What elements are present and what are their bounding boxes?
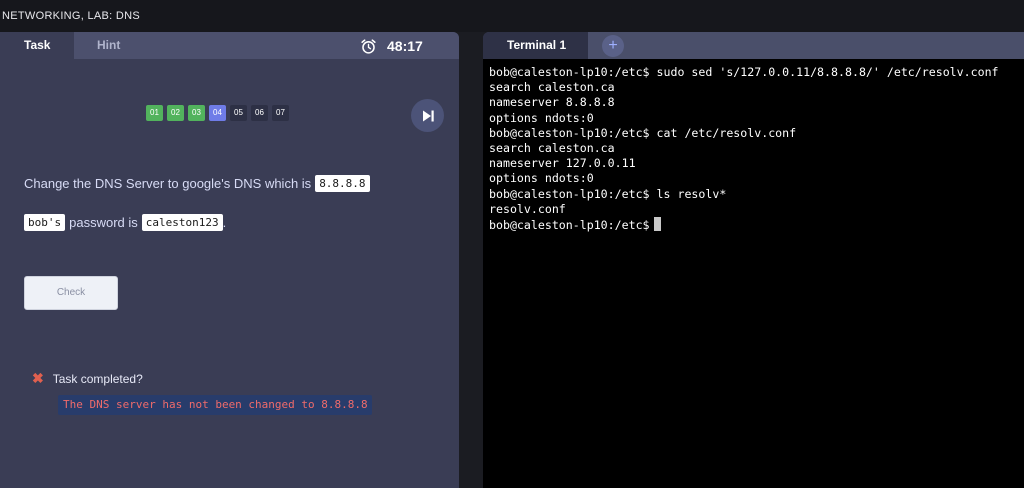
alarm-clock-icon	[361, 38, 376, 54]
user-code: bob's	[24, 214, 66, 231]
skip-forward-icon	[422, 110, 434, 121]
terminal-tabs: Terminal 1 +	[483, 32, 1024, 59]
terminal-line: options ndots:0	[489, 110, 594, 125]
task-status: ✖ Task completed?	[32, 370, 143, 387]
close-x-icon: ✖	[32, 370, 44, 386]
window-title: NETWORKING, LAB: DNS	[0, 0, 1024, 32]
terminal-line: bob@caleston-lp10:/etc$ sudo sed 's/127.…	[489, 65, 999, 79]
panel-tabs: Task Hint 48:17	[0, 32, 459, 59]
step-04[interactable]: 04	[209, 105, 226, 121]
step-05: 05	[230, 105, 247, 121]
timer: 48:17	[360, 37, 423, 55]
terminal-line: nameserver 8.8.8.8	[489, 95, 615, 110]
tab-task[interactable]: Task	[0, 32, 74, 59]
task-text: Change the DNS Server to google's DNS wh…	[24, 176, 312, 191]
terminal-line: resolv.conf	[489, 201, 566, 216]
terminal-line: nameserver 127.0.0.11	[489, 156, 636, 171]
step-03[interactable]: 03	[188, 105, 205, 121]
terminal-prompt: bob@caleston-lp10:/etc$	[489, 218, 650, 233]
terminal-cursor	[653, 217, 661, 232]
terminal-line: search caleston.ca	[489, 80, 615, 95]
password-hint: bob's password is caleston123 .	[24, 214, 226, 231]
tab-hint[interactable]: Hint	[97, 38, 120, 52]
terminal-line: search caleston.ca	[489, 141, 615, 156]
terminal-line: bob@caleston-lp10:/etc$ cat /etc/resolv.…	[489, 125, 797, 140]
timer-value: 48:17	[387, 38, 423, 54]
error-message: The DNS server has not been changed to 8…	[58, 395, 372, 415]
step-02[interactable]: 02	[167, 105, 184, 121]
step-07: 07	[272, 105, 289, 121]
terminal-panel: Terminal 1 + bob@caleston-lp10:/etc$ sud…	[483, 32, 1024, 488]
password-code: caleston123	[141, 214, 223, 231]
check-button[interactable]: Check	[24, 276, 118, 310]
terminal-line: options ndots:0	[489, 171, 594, 186]
password-suffix: .	[222, 215, 227, 230]
password-text: password is	[69, 215, 138, 230]
terminal-prompt-line: bob@caleston-lp10:/etc$	[489, 217, 1019, 233]
task-panel: Task Hint 48:17 01 02 03 04 05 06 07 Cha…	[0, 32, 459, 488]
skip-button[interactable]	[411, 99, 444, 132]
task-completed-label: Task completed?	[52, 371, 143, 386]
step-indicator: 01 02 03 04 05 06 07	[146, 105, 289, 121]
dns-code: 8.8.8.8	[315, 175, 370, 192]
plus-icon[interactable]: +	[602, 35, 624, 57]
tab-terminal-1[interactable]: Terminal 1	[483, 32, 588, 59]
step-01[interactable]: 01	[146, 105, 163, 121]
terminal-line: bob@caleston-lp10:/etc$ ls resolv*	[489, 186, 727, 201]
task-description: Change the DNS Server to google's DNS wh…	[24, 175, 370, 192]
terminal-output[interactable]: bob@caleston-lp10:/etc$ sudo sed 's/127.…	[489, 65, 1019, 483]
step-06: 06	[251, 105, 268, 121]
